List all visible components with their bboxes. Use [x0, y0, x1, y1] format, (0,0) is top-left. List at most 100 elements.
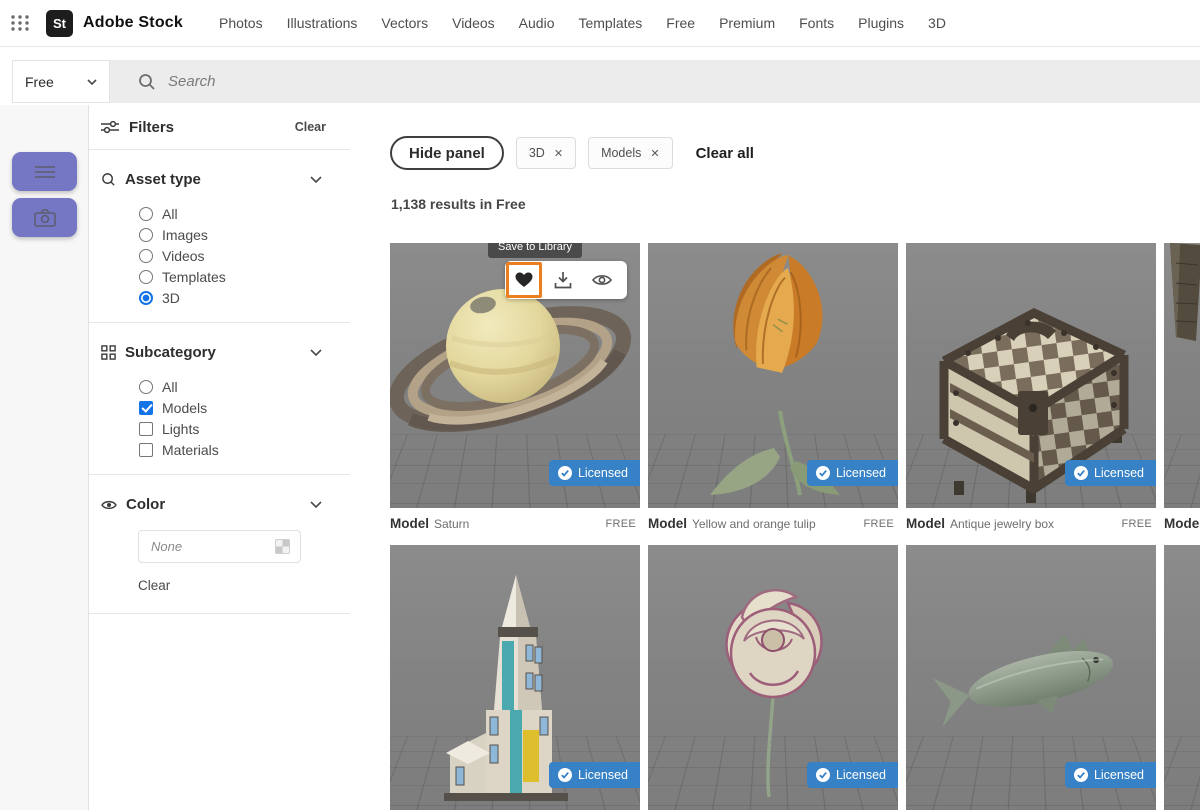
search-field-container: [110, 60, 1200, 103]
asset-type-header[interactable]: Asset type: [89, 169, 350, 190]
asset-type-options: All Images Videos Templates: [139, 203, 350, 308]
filters-clear-button[interactable]: Clear: [295, 120, 326, 134]
asset-type-option-videos[interactable]: Videos: [139, 245, 350, 266]
grid-floor: [1164, 736, 1200, 810]
result-card-jewelry-box: Licensed Model Antique jewelry box FREE: [906, 243, 1156, 545]
thumbnail-jewelry-box[interactable]: Licensed: [906, 243, 1156, 508]
asset-type-option-templates[interactable]: Templates: [139, 266, 350, 287]
thumbnail-fish[interactable]: Licensed: [906, 545, 1156, 810]
nav-item-free[interactable]: Free: [654, 15, 707, 31]
search-category-select[interactable]: Free: [12, 60, 110, 103]
thumbnail-tulip[interactable]: Licensed: [648, 243, 898, 508]
card-caption: Model Saturn FREE: [390, 508, 640, 545]
overlay-camera-button[interactable]: [12, 198, 77, 237]
grid-row-2: Licensed: [390, 545, 1200, 810]
result-card-rose: Licensed: [648, 545, 898, 810]
save-to-library-button[interactable]: [506, 262, 542, 298]
building-3d-model: [1164, 243, 1200, 508]
color-title: Color: [126, 496, 310, 513]
nav-item-premium[interactable]: Premium: [707, 15, 787, 31]
applied-filters-row: Hide panel 3D ✕ Models ✕ Clear all: [390, 136, 754, 170]
subcategory-header[interactable]: Subcategory: [89, 342, 350, 363]
chip-remove-icon[interactable]: ✕: [650, 147, 659, 160]
subcategory-option-all[interactable]: All: [139, 376, 350, 397]
subcategory-option-materials[interactable]: Materials: [139, 439, 350, 460]
thumbnail-sliver[interactable]: [1164, 545, 1200, 810]
thumbnail-tower[interactable]: Licensed: [390, 545, 640, 810]
radio-unselected[interactable]: [139, 270, 153, 284]
divider: [89, 613, 350, 614]
nav-item-fonts[interactable]: Fonts: [787, 15, 846, 31]
nav-item-photos[interactable]: Photos: [207, 15, 275, 31]
checkbox-checked[interactable]: [139, 401, 153, 415]
app-launcher-icon[interactable]: [9, 12, 31, 34]
licensed-badge: Licensed: [549, 762, 640, 788]
result-card-saturn: Save to Library: [390, 243, 640, 545]
asset-type-section: Asset type All Images: [89, 150, 350, 323]
filters-sliders-icon: [101, 119, 119, 135]
search-bar: Free: [12, 60, 1200, 103]
licensed-badge: Licensed: [807, 460, 898, 486]
nav-item-videos[interactable]: Videos: [440, 15, 507, 31]
radio-unselected[interactable]: [139, 207, 153, 221]
asset-type-option-3d[interactable]: 3D: [139, 287, 350, 308]
thumbnail-saturn[interactable]: Save to Library: [390, 243, 640, 508]
nav-item-audio[interactable]: Audio: [507, 15, 567, 31]
result-card-sliver: [1164, 545, 1200, 810]
search-icon: [138, 73, 156, 91]
checkbox-unchecked[interactable]: [139, 422, 153, 436]
color-swatch-icon[interactable]: [275, 539, 290, 554]
nav-item-vectors[interactable]: Vectors: [369, 15, 440, 31]
subcategory-option-models[interactable]: Models: [139, 397, 350, 418]
asset-type-option-all[interactable]: All: [139, 203, 350, 224]
search-input[interactable]: [168, 73, 568, 90]
grid-row-1: Save to Library: [390, 243, 1200, 545]
radio-unselected[interactable]: [139, 380, 153, 394]
nine-dot-grid-icon: [10, 13, 30, 33]
nav-item-templates[interactable]: Templates: [566, 15, 654, 31]
result-card-tower: Licensed: [390, 545, 640, 810]
chevron-down-icon[interactable]: [310, 176, 322, 183]
clear-all-button[interactable]: Clear all: [696, 145, 754, 162]
subcategory-option-lights[interactable]: Lights: [139, 418, 350, 439]
search-category-value: Free: [25, 74, 87, 90]
checkbox-unchecked[interactable]: [139, 443, 153, 457]
radio-unselected[interactable]: [139, 249, 153, 263]
top-navigation: St Adobe Stock Photos Illustrations Vect…: [0, 0, 1200, 47]
nav-item-plugins[interactable]: Plugins: [846, 15, 916, 31]
filter-chip-3d: 3D ✕: [516, 137, 576, 169]
result-card-fish: Licensed: [906, 545, 1156, 810]
color-value-field[interactable]: None: [138, 530, 301, 563]
filters-header: Filters Clear: [89, 105, 350, 150]
thumbnail-partial-building[interactable]: [1164, 243, 1200, 508]
check-circle-icon: [1074, 768, 1088, 782]
asset-price: FREE: [1121, 518, 1152, 530]
subcategory-options: All Models Lights Materials: [139, 376, 350, 460]
color-header[interactable]: Color: [89, 494, 350, 515]
preview-button[interactable]: [584, 262, 620, 298]
thumbnail-rose[interactable]: Licensed: [648, 545, 898, 810]
chevron-down-icon[interactable]: [310, 349, 322, 356]
chip-remove-icon[interactable]: ✕: [554, 147, 563, 160]
save-to-library-tooltip: Save to Library: [488, 243, 582, 258]
adobe-stock-logo[interactable]: St: [46, 10, 73, 37]
asset-type-label: Model: [390, 516, 429, 531]
radio-unselected[interactable]: [139, 228, 153, 242]
check-circle-icon: [558, 768, 572, 782]
hide-panel-button[interactable]: Hide panel: [390, 136, 504, 170]
asset-type-title: Asset type: [125, 171, 310, 188]
color-value-placeholder: None: [151, 539, 275, 554]
asset-type-label: Model: [1164, 516, 1200, 531]
result-card-partial: Model: [1164, 243, 1200, 545]
asset-title: Yellow and orange tulip: [692, 517, 863, 531]
licensed-badge: Licensed: [1065, 762, 1156, 788]
radio-selected[interactable]: [139, 291, 153, 305]
asset-type-option-images[interactable]: Images: [139, 224, 350, 245]
brand-title[interactable]: Adobe Stock: [83, 14, 183, 32]
nav-item-illustrations[interactable]: Illustrations: [275, 15, 370, 31]
overlay-filter-button[interactable]: [12, 152, 77, 191]
chevron-down-icon[interactable]: [310, 501, 322, 508]
color-clear-button[interactable]: Clear: [138, 578, 170, 593]
download-button[interactable]: [545, 262, 581, 298]
nav-item-3d[interactable]: 3D: [916, 15, 958, 31]
